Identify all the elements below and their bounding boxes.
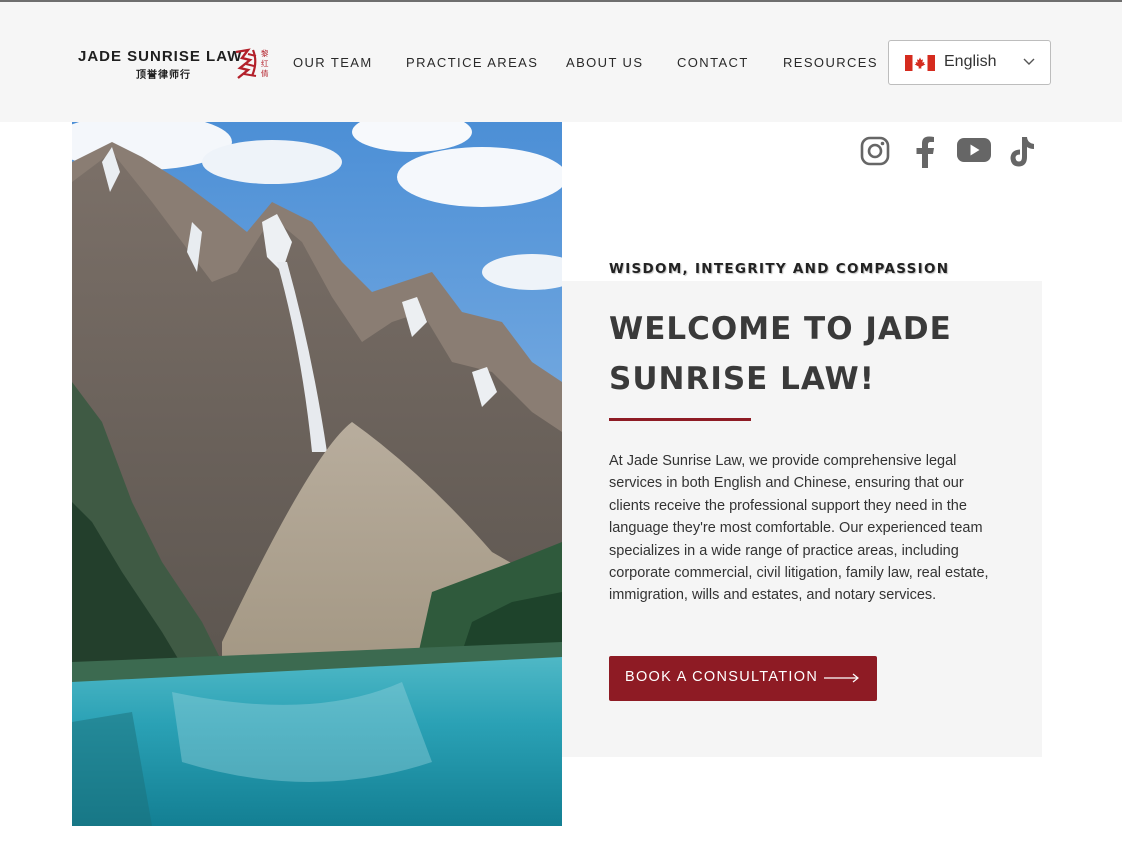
- svg-text:红: 红: [261, 58, 269, 68]
- facebook-icon[interactable]: [914, 136, 936, 168]
- nav-item-practice-areas[interactable]: PRACTICE AREAS: [406, 55, 538, 70]
- site-logo[interactable]: JADE SUNRISE LAW 顶誉律师行 黎 红 倩: [78, 46, 273, 86]
- instagram-icon[interactable]: [860, 136, 890, 166]
- nav-item-our-team[interactable]: OUR TEAM: [293, 55, 373, 70]
- title-divider: [609, 418, 751, 421]
- svg-text:倩: 倩: [261, 68, 269, 78]
- language-selector[interactable]: English: [888, 40, 1051, 85]
- arrow-right-icon: [824, 673, 859, 683]
- nav-item-contact[interactable]: CONTACT: [677, 55, 749, 70]
- seal-logo-icon: 黎 红 倩: [235, 48, 269, 79]
- book-consultation-button[interactable]: BOOK A CONSULTATION: [609, 656, 877, 701]
- logo-wordmark: JADE SUNRISE LAW: [78, 48, 243, 65]
- chevron-down-icon: [1023, 58, 1035, 65]
- logo-chinese-name: 顶誉律师行: [136, 70, 191, 81]
- hero-mountain-lake-image: [72, 122, 562, 826]
- page-title: WELCOME TO JADE SUNRISE LAW!: [609, 311, 952, 397]
- language-label: English: [944, 53, 997, 70]
- book-consultation-label: BOOK A CONSULTATION: [625, 669, 819, 685]
- tiktok-icon[interactable]: [1008, 136, 1036, 168]
- intro-paragraph: At Jade Sunrise Law, we provide comprehe…: [609, 453, 989, 604]
- youtube-icon[interactable]: [957, 136, 991, 164]
- canada-flag-icon: [905, 55, 935, 71]
- svg-text:黎: 黎: [261, 48, 269, 58]
- hero-tagline: WISDOM, INTEGRITY AND COMPASSION: [609, 261, 950, 277]
- site-header: JADE SUNRISE LAW 顶誉律师行 黎 红 倩 OUR TEAM PR…: [0, 2, 1122, 122]
- nav-item-about-us[interactable]: ABOUT US: [566, 55, 643, 70]
- nav-item-resources[interactable]: RESOURCES: [783, 55, 878, 70]
